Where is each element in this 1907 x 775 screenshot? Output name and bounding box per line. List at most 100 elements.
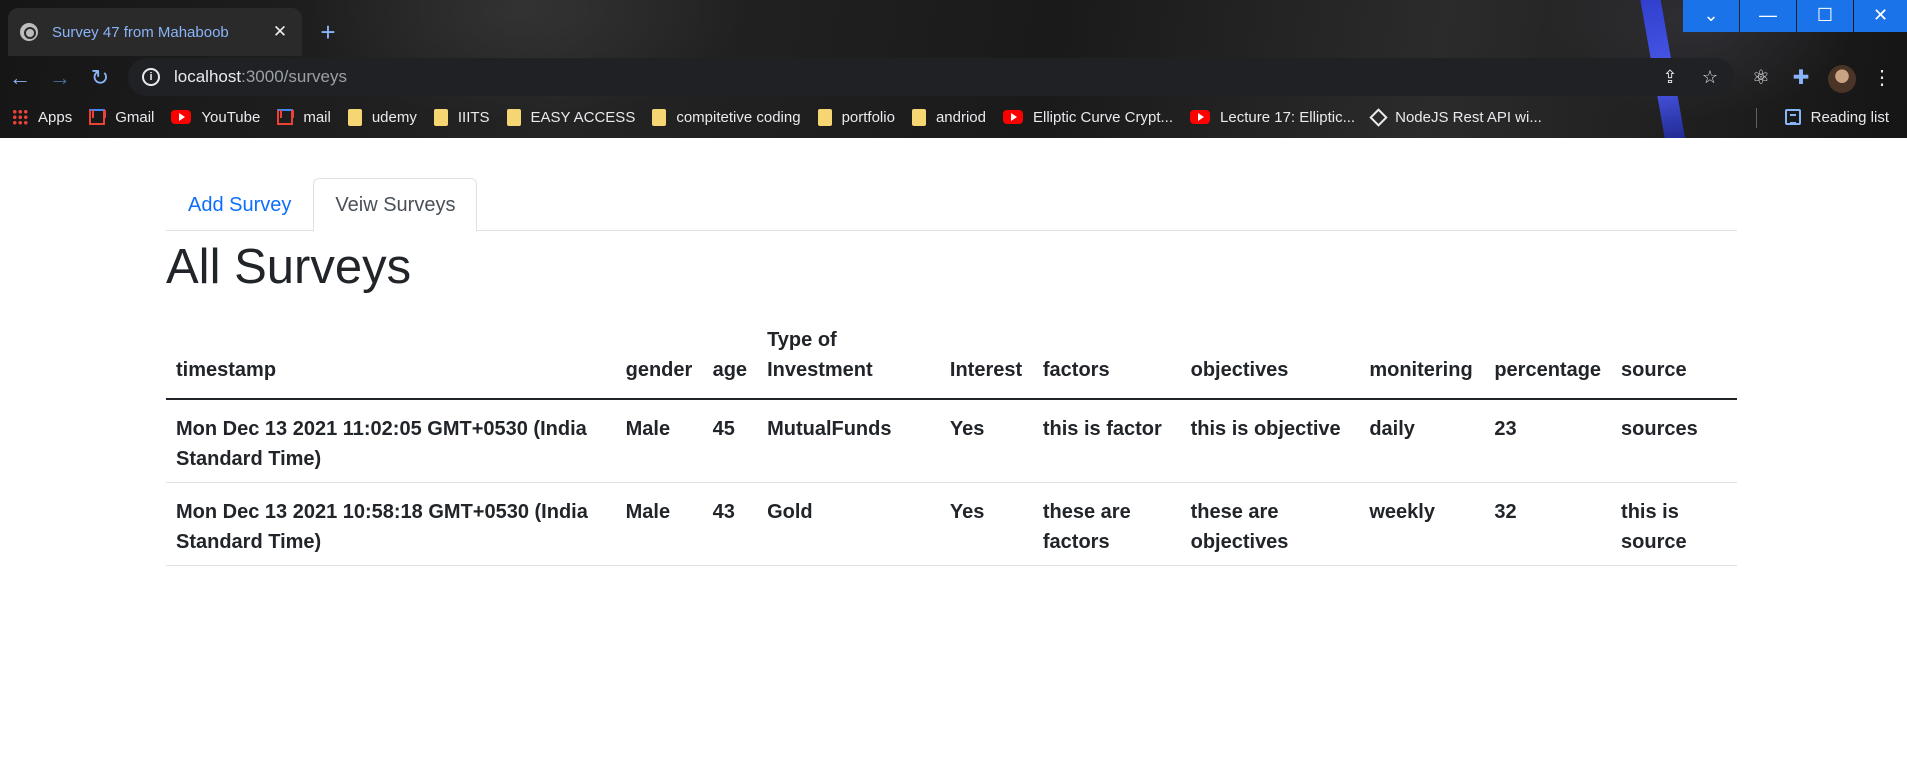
reading-list-label: Reading list — [1810, 108, 1889, 126]
cell-interest: Yes — [939, 399, 1033, 483]
page-title: All Surveys — [166, 240, 412, 294]
reading-list-button[interactable]: Reading list — [1784, 102, 1889, 132]
cell-objectives: this is objective — [1180, 399, 1360, 483]
table-row: Mon Dec 13 2021 10:58:18 GMT+0530 (India… — [166, 482, 1737, 566]
bookmark-label: andriod — [935, 108, 986, 126]
reload-button[interactable]: ↻ — [82, 60, 118, 96]
folder-icon — [433, 108, 448, 126]
cell-investment-type: MutualFunds — [757, 399, 940, 483]
bookmark-label: NodeJS Rest API wi... — [1395, 108, 1542, 126]
globe-icon — [20, 23, 38, 41]
bookmark-label: IIITS — [457, 108, 490, 126]
cell-investment-type: Gold — [757, 482, 940, 566]
column-header-monitering: monitering — [1359, 315, 1485, 400]
column-header-factors: factors — [1032, 315, 1181, 400]
extensions-icon[interactable]: ✚ — [1787, 64, 1815, 92]
bookmark-item[interactable]: andriod — [911, 108, 986, 126]
bookmark-label: Elliptic Curve Crypt... — [1032, 108, 1174, 126]
gmail-icon — [277, 109, 294, 125]
column-header-timestamp: timestamp — [166, 315, 616, 400]
gmail-icon — [89, 109, 106, 125]
tab-view-surveys[interactable]: Veiw Surveys — [313, 178, 478, 232]
cell-gender: Male — [615, 482, 703, 566]
cell-factors: this is factor — [1032, 399, 1181, 483]
bookmark-item[interactable]: Elliptic Curve Crypt... — [1002, 108, 1174, 126]
apps-grid-icon — [12, 109, 28, 125]
cell-age: 43 — [702, 482, 758, 566]
bookmark-item[interactable]: EASY ACCESS — [506, 108, 636, 126]
cell-interest: Yes — [939, 482, 1033, 566]
minimize-button[interactable]: — — [1740, 0, 1796, 32]
address-bar[interactable]: i localhost :3000/surveys ⇪ ☆ — [128, 58, 1734, 96]
column-header-percentage: percentage — [1484, 315, 1612, 400]
bookmark-item[interactable]: compitetive coding — [652, 108, 801, 126]
survey-tabs: Add Survey Veiw Surveys — [166, 178, 1737, 232]
info-icon[interactable]: i — [142, 68, 160, 86]
cell-source: this is source — [1611, 482, 1737, 566]
column-header-age: age — [702, 315, 758, 400]
column-header-type-of-investment: Type of Investment — [757, 315, 940, 400]
bookmark-item[interactable]: IIITS — [433, 108, 490, 126]
bookmark-item[interactable]: Gmail — [89, 109, 154, 126]
new-tab-button[interactable]: + — [312, 16, 344, 48]
page-content: Add Survey Veiw Surveys All Surveys time… — [166, 178, 1737, 566]
forward-button[interactable]: → — [42, 60, 78, 96]
column-header-interest: Interest — [939, 315, 1033, 400]
close-icon[interactable]: ✕ — [270, 22, 290, 42]
cell-timestamp: Mon Dec 13 2021 10:58:18 GMT+0530 (India… — [166, 482, 616, 566]
bookmark-item[interactable]: udemy — [347, 108, 417, 126]
cell-age: 45 — [702, 399, 758, 483]
youtube-icon — [171, 110, 192, 124]
star-icon[interactable]: ☆ — [1700, 67, 1720, 88]
maximize-button[interactable]: ☐ — [1797, 0, 1853, 32]
reading-list-icon — [1784, 109, 1801, 125]
bookmark-label: EASY ACCESS — [530, 108, 636, 126]
menu-icon[interactable]: ⋮ — [1868, 64, 1896, 92]
youtube-icon — [1002, 110, 1023, 124]
tab-add-survey[interactable]: Add Survey — [166, 178, 313, 231]
tab-search-button[interactable]: ⌄ — [1683, 0, 1739, 32]
column-header-gender: gender — [615, 315, 703, 400]
cell-timestamp: Mon Dec 13 2021 11:02:05 GMT+0530 (India… — [166, 399, 616, 483]
react-devtools-icon[interactable]: ⚛ — [1747, 64, 1775, 92]
column-header-objectives: objectives — [1180, 315, 1360, 400]
share-icon[interactable]: ⇪ — [1660, 67, 1680, 88]
cell-factors: these are factors — [1032, 482, 1181, 566]
bookmarks-bar: Apps Gmail YouTube mail udemy IIITS EASY ACCES… — [0, 102, 1907, 132]
folder-icon — [506, 108, 521, 126]
bookmark-label: mail — [303, 108, 331, 126]
nodejs-icon — [1369, 107, 1388, 127]
bookmark-label: udemy — [371, 108, 417, 126]
bookmark-item[interactable]: NodeJS Rest API wi... — [1369, 107, 1542, 127]
bookmark-item[interactable]: Apps — [12, 109, 72, 126]
folder-icon — [817, 108, 832, 126]
close-window-button[interactable]: ✕ — [1854, 0, 1907, 32]
cell-monitering: daily — [1359, 399, 1485, 483]
bookmark-item[interactable]: portfolio — [817, 108, 895, 126]
table-header-row: timestamp gender age Type of Investment … — [166, 315, 1737, 400]
cell-objectives: these are objectives — [1180, 482, 1360, 566]
youtube-icon — [1190, 110, 1211, 124]
bookmark-item[interactable]: Lecture 17: Elliptic... — [1190, 109, 1355, 126]
bookmark-label: YouTube — [201, 108, 261, 126]
tab-title: Survey 47 from Mahaboob — [52, 23, 229, 41]
bookmark-label: Gmail — [115, 108, 155, 126]
bookmark-label: Lecture 17: Elliptic... — [1220, 108, 1356, 126]
surveys-table: timestamp gender age Type of Investment … — [166, 315, 1737, 566]
column-header-source: source — [1611, 315, 1737, 400]
folder-icon — [652, 108, 667, 126]
folder-icon — [911, 108, 926, 126]
cell-percentage: 32 — [1484, 482, 1612, 566]
browser-tab[interactable]: Survey 47 from Mahaboob ✕ — [8, 8, 302, 56]
bookmark-label: compitetive coding — [676, 108, 801, 126]
cell-gender: Male — [615, 399, 703, 483]
bookmarks-separator — [1756, 108, 1757, 128]
bookmark-item[interactable]: mail — [277, 109, 331, 126]
url-host: localhost — [174, 67, 242, 86]
avatar[interactable] — [1828, 65, 1856, 93]
back-button[interactable]: ← — [2, 60, 38, 96]
cell-percentage: 23 — [1484, 399, 1612, 483]
cell-source: sources — [1611, 399, 1737, 483]
url-path: :3000/surveys — [241, 67, 347, 86]
bookmark-item[interactable]: YouTube — [171, 109, 260, 126]
